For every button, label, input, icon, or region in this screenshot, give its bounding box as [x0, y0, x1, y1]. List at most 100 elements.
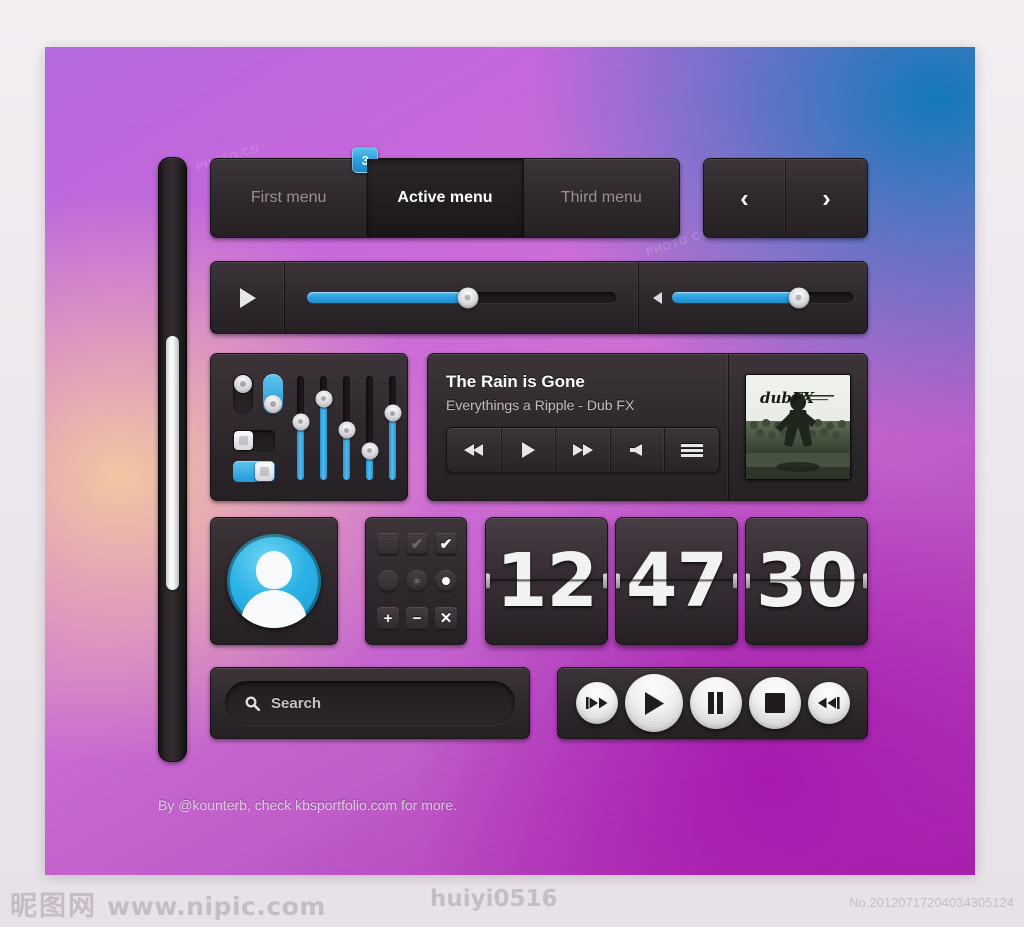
clock-hours: 12 — [485, 517, 608, 645]
checkbox-checked-dim[interactable]: ✔ — [406, 533, 428, 555]
next-track-button[interactable] — [556, 428, 611, 472]
next-page-button[interactable]: › — [786, 159, 867, 237]
eq-band-1[interactable] — [292, 376, 309, 480]
flip-pin — [486, 573, 490, 589]
page-background: PHOTO.CN PHOTO.CN PHOTO.CN PHOTO.CN Firs… — [0, 0, 1024, 927]
skip-forward-icon — [817, 697, 840, 709]
flip-clock: 12 47 30 — [485, 517, 868, 645]
flip-hinge — [616, 579, 737, 583]
user-avatar[interactable] — [227, 534, 321, 628]
minus-button[interactable]: − — [406, 607, 428, 629]
toggle-square-on[interactable] — [233, 461, 275, 482]
prev-track-button[interactable] — [447, 428, 502, 472]
speaker-icon — [653, 291, 662, 304]
cell: ✔ — [435, 529, 457, 559]
now-playing-panel: The Rain is Gone Everythings a Ripple - … — [427, 353, 868, 501]
eq-band-2[interactable] — [315, 376, 332, 480]
stop-icon — [764, 693, 785, 713]
toggle-square-off[interactable] — [233, 430, 275, 451]
cell — [377, 566, 399, 596]
seek-fill — [307, 292, 468, 303]
volume-track[interactable] — [672, 287, 853, 308]
now-playing-info: The Rain is Gone Everythings a Ripple - … — [428, 354, 729, 500]
radio-selected-dim[interactable] — [406, 570, 428, 592]
toggle-knob — [255, 462, 274, 481]
eq-band-3[interactable] — [338, 376, 355, 480]
search-panel: Search — [210, 667, 530, 739]
play-button[interactable] — [502, 428, 557, 472]
plus-button[interactable]: + — [377, 607, 399, 629]
radio-dot-icon — [413, 577, 421, 585]
eq-band-4[interactable] — [361, 376, 378, 480]
eq-fill — [320, 398, 327, 480]
nipic-user-ghost: huiyi0516 — [430, 886, 558, 912]
radio-selected[interactable] — [435, 570, 457, 592]
search-placeholder: Search — [271, 694, 322, 712]
scrollbar-thumb[interactable] — [166, 336, 179, 590]
menu-item-active[interactable]: Active menu — [367, 159, 524, 237]
eq-knob[interactable] — [292, 413, 309, 431]
album-art[interactable]: dubFX — [745, 374, 851, 480]
eq-knob[interactable] — [361, 442, 378, 460]
eq-band-5[interactable] — [384, 376, 401, 480]
eq-knob[interactable] — [384, 404, 401, 422]
toggle-round-on[interactable] — [263, 374, 283, 414]
svg-text:dubFX: dubFX — [760, 389, 816, 407]
clock-seconds: 30 — [745, 517, 868, 645]
pause-button[interactable] — [689, 677, 742, 729]
cell — [406, 566, 428, 596]
flip-pin — [746, 573, 750, 589]
chevron-left-icon: ‹ — [740, 183, 749, 213]
controls-panel: ✔ ✔ + − ✕ — [365, 517, 467, 645]
toggle-knob — [234, 375, 252, 393]
volume-knob[interactable] — [788, 287, 810, 308]
skip-back-button[interactable] — [575, 682, 618, 724]
play-icon — [521, 442, 535, 458]
fast-forward-icon — [572, 444, 593, 456]
radio-unselected[interactable] — [377, 570, 399, 592]
seek-slider[interactable] — [285, 262, 639, 333]
flip-pin — [616, 573, 620, 589]
mute-button[interactable] — [611, 428, 666, 472]
vertical-scrollbar[interactable] — [158, 157, 187, 762]
checkbox-checked[interactable]: ✔ — [435, 533, 457, 555]
seek-track[interactable] — [307, 287, 616, 308]
menu-item-label: Active menu — [397, 189, 493, 206]
toggle-round-off[interactable] — [233, 374, 253, 414]
play-icon — [644, 691, 664, 715]
credit-text: By @kounterb, check kbsportfolio.com for… — [158, 797, 457, 813]
close-button[interactable]: ✕ — [435, 607, 457, 629]
check-icon: ✔ — [410, 535, 424, 553]
prev-page-button[interactable]: ‹ — [704, 159, 786, 237]
volume-slider[interactable] — [639, 262, 867, 333]
stop-button[interactable] — [748, 677, 801, 729]
menu-item-third[interactable]: Third menu — [524, 159, 679, 237]
menu-bar: First menu 3 Active menu Third menu — [210, 147, 680, 238]
skip-forward-button[interactable] — [807, 682, 850, 724]
nipic-number-ghost: No.20120717204034305124 — [849, 895, 1014, 910]
seek-play-button[interactable] — [211, 262, 285, 333]
transport-panel — [557, 667, 868, 739]
person-icon — [256, 551, 292, 589]
menu-item-label: Third menu — [560, 189, 642, 206]
seek-knob[interactable] — [457, 287, 479, 308]
search-input[interactable]: Search — [225, 681, 515, 725]
rewind-icon — [463, 444, 483, 456]
album-art-container: dubFX — [729, 354, 867, 500]
menu-item-first[interactable]: First menu 3 — [211, 147, 379, 237]
eq-knob[interactable] — [315, 390, 332, 408]
playlist-button[interactable] — [665, 428, 719, 472]
track-title: The Rain is Gone — [446, 372, 585, 391]
flip-pin — [603, 573, 607, 589]
checkbox-unchecked[interactable] — [377, 533, 399, 555]
nipic-site-url-ghost: www.nipic.com — [107, 892, 326, 921]
eq-fill — [297, 421, 304, 480]
play-button[interactable] — [624, 674, 683, 732]
nipic-site-cn-ghost: 昵图网 — [10, 891, 97, 922]
controls-grid: ✔ ✔ + − ✕ — [377, 529, 457, 633]
cell: ✕ — [435, 603, 457, 633]
ui-kit-canvas: PHOTO.CN PHOTO.CN PHOTO.CN PHOTO.CN Firs… — [45, 47, 975, 875]
avatar-panel — [210, 517, 338, 645]
play-icon — [239, 287, 256, 308]
eq-knob[interactable] — [338, 421, 355, 439]
